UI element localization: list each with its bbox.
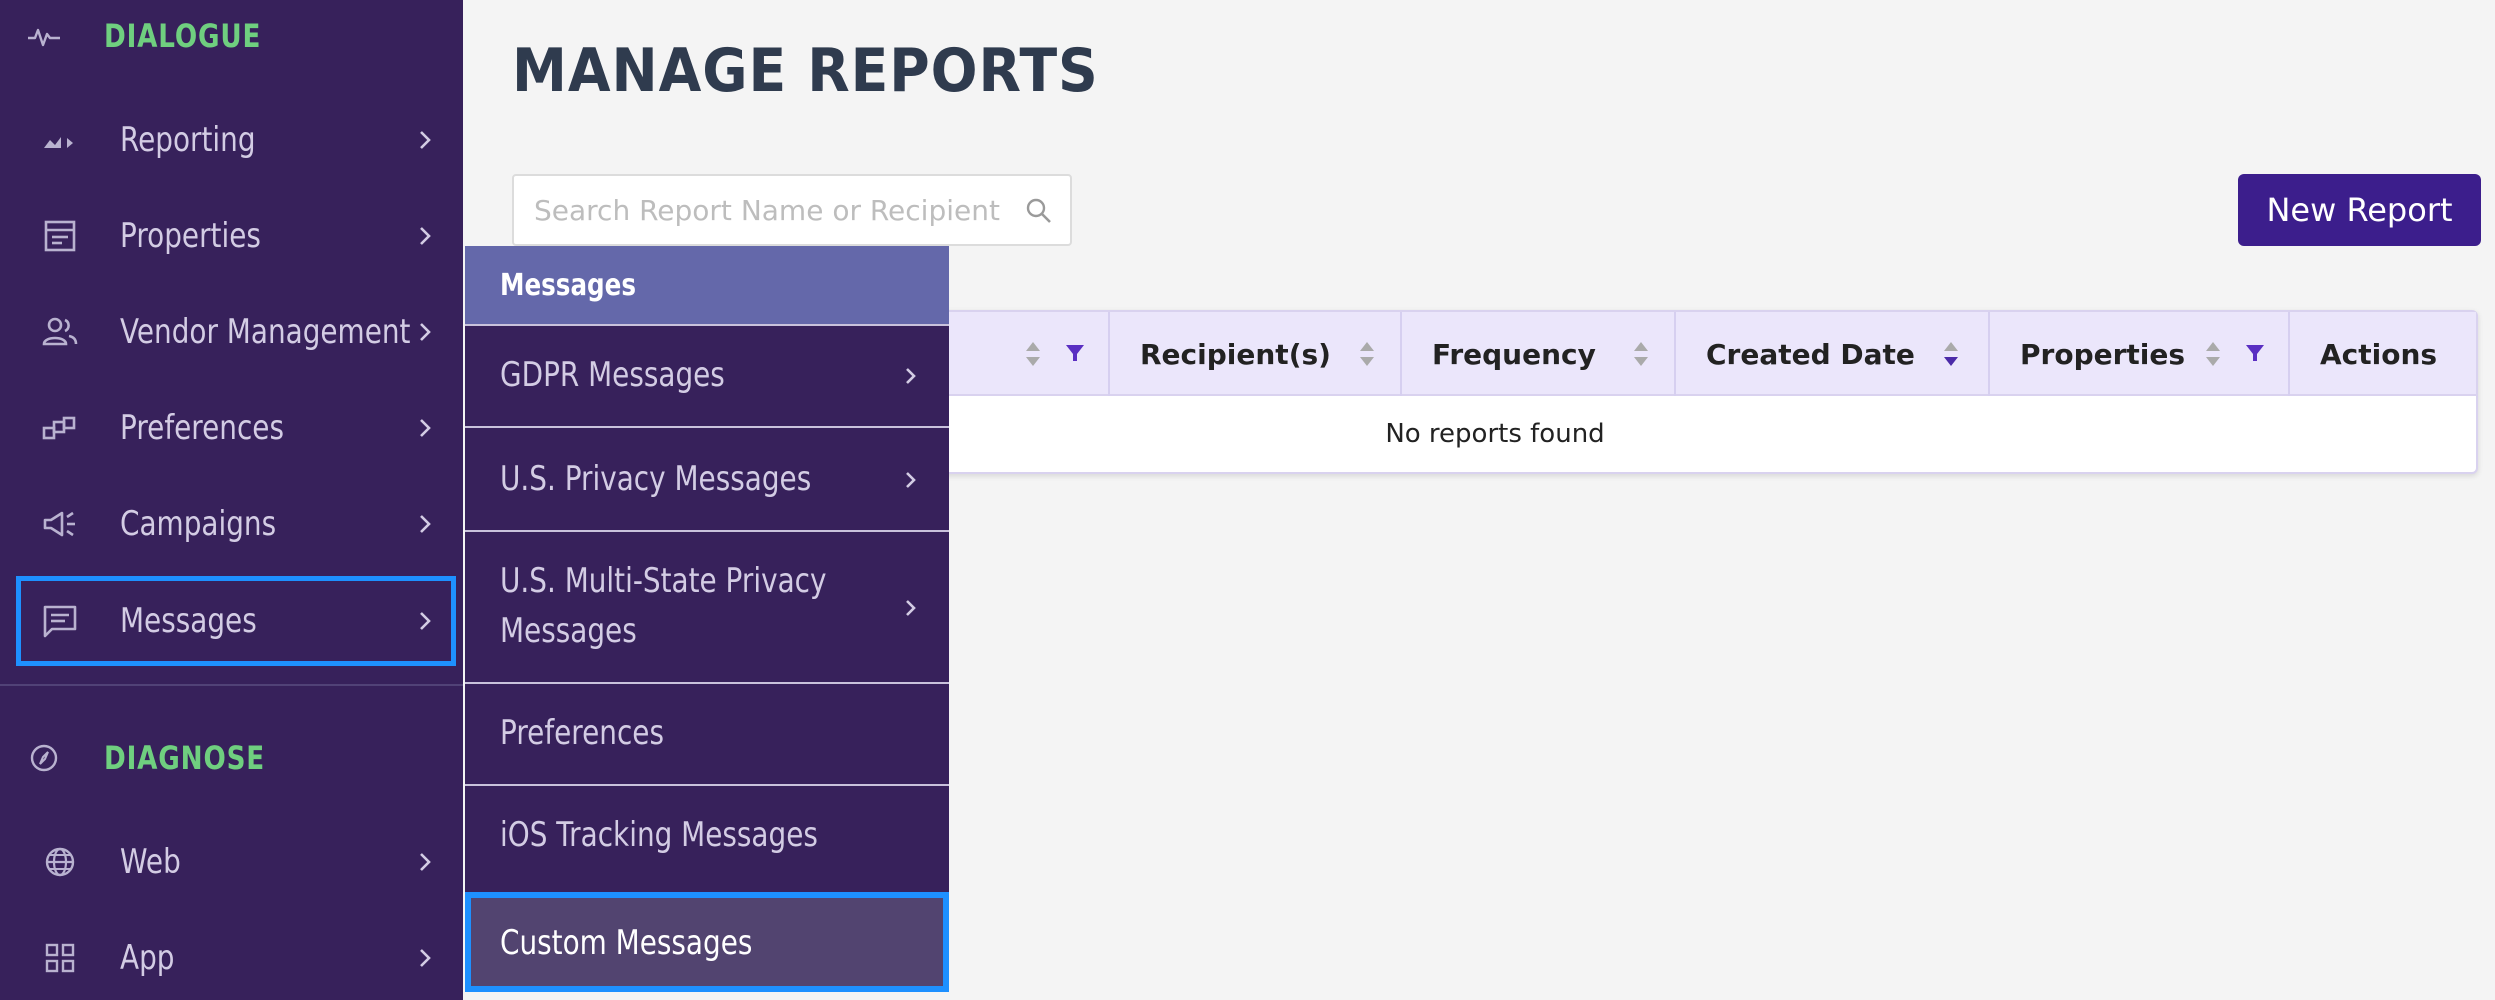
column-header-created-date[interactable]: Created Date (1676, 312, 1990, 396)
megaphone-icon (43, 511, 75, 537)
chart-icon (44, 137, 73, 148)
section-diagnose-label: DIAGNOSE (104, 739, 266, 777)
flyout-item-label-line-1: U.S. Multi-State Privacy (500, 561, 827, 601)
chevron-right-icon (420, 131, 431, 149)
compass-icon (30, 744, 58, 772)
flyout-item-ios-tracking-messages[interactable]: iOS Tracking Messages (465, 784, 949, 888)
flyout-header: Messages (465, 246, 949, 324)
preferences-icon (42, 416, 76, 440)
chevron-right-icon (420, 515, 431, 533)
flyout-item-label: Preferences (500, 713, 664, 753)
column-header-properties[interactable]: Properties (1990, 312, 2290, 396)
flyout-item-label: GDPR Messages (500, 355, 725, 395)
chevron-right-icon (420, 853, 431, 871)
sidebar-item-label: Messages (120, 601, 257, 641)
flyout-item-preferences[interactable]: Preferences (465, 682, 949, 784)
sidebar-item-properties[interactable]: Properties (0, 192, 463, 280)
search-icon[interactable] (1024, 196, 1054, 226)
column-header-label: Frequency (1432, 337, 1596, 371)
column-header-label: Created Date (1706, 337, 1915, 371)
sort-icon[interactable] (1632, 340, 1650, 368)
sidebar-item-label: Web (120, 842, 181, 882)
sort-icon[interactable] (2204, 340, 2222, 368)
sidebar-item-web[interactable]: Web (0, 818, 463, 906)
flyout-item-gdpr-messages[interactable]: GDPR Messages (465, 324, 949, 426)
flyout-item-label: U.S. Privacy Messages (500, 459, 812, 499)
chevron-right-icon (906, 472, 916, 488)
sidebar-item-vendor-management[interactable]: Vendor Management (0, 288, 463, 376)
flyout-title: Messages (500, 267, 636, 303)
message-icon (43, 605, 77, 638)
flyout-item-us-privacy-messages[interactable]: U.S. Privacy Messages (465, 426, 949, 530)
pulse-icon (28, 28, 60, 47)
flyout-item-label-line-2: Messages (500, 611, 637, 651)
filter-icon[interactable] (2244, 342, 2266, 364)
chevron-right-icon (420, 419, 431, 437)
sidebar-item-campaigns[interactable]: Campaigns (0, 480, 463, 568)
sidebar-item-label: Campaigns (120, 504, 277, 544)
sort-icon[interactable] (1358, 340, 1376, 368)
messages-flyout-menu: Messages GDPR Messages U.S. Privacy Mess… (465, 246, 949, 992)
search-box[interactable] (512, 174, 1072, 246)
column-header-label: Actions (2320, 337, 2438, 371)
grid-icon (45, 943, 75, 973)
sidebar-item-label: Preferences (120, 408, 284, 448)
sidebar-item-messages[interactable]: Messages (16, 576, 456, 666)
column-header-actions: Actions (2290, 312, 2476, 396)
sidebar: DIALOGUE Reporting Properties Vendor Man… (0, 0, 463, 1000)
sidebar-item-label: App (120, 938, 175, 978)
chevron-right-icon (906, 600, 916, 616)
sidebar-item-label: Vendor Management (120, 312, 411, 352)
sort-icon[interactable] (1024, 340, 1042, 368)
properties-icon (44, 220, 76, 252)
column-header-label: Recipient(s) (1140, 337, 1331, 371)
chevron-right-icon (420, 949, 431, 967)
globe-icon (45, 847, 75, 877)
section-diagnose: DIAGNOSE (0, 722, 463, 794)
new-report-button[interactable]: New Report (2238, 174, 2481, 246)
flyout-item-custom-messages[interactable]: Custom Messages (465, 892, 949, 992)
chevron-right-icon (906, 368, 916, 384)
sidebar-divider (0, 684, 463, 686)
column-header-frequency[interactable]: Frequency (1402, 312, 1676, 396)
sidebar-item-label: Properties (120, 216, 261, 256)
filter-icon[interactable] (1064, 342, 1086, 364)
people-icon (42, 317, 78, 346)
column-header-recipients[interactable]: Recipient(s) (1110, 312, 1402, 396)
sidebar-item-label: Reporting (120, 120, 256, 160)
flyout-item-label: Custom Messages (500, 923, 753, 963)
flyout-item-label: iOS Tracking Messages (500, 815, 818, 855)
flyout-item-us-multi-state-privacy-messages[interactable]: U.S. Multi-State Privacy Messages (465, 530, 949, 682)
sort-desc-icon[interactable] (1942, 340, 1960, 368)
page-title: MANAGE REPORTS (512, 36, 1099, 106)
sidebar-item-preferences[interactable]: Preferences (0, 384, 463, 472)
section-dialogue: DIALOGUE (0, 0, 463, 72)
section-dialogue-label: DIALOGUE (104, 17, 262, 55)
chevron-right-icon (420, 227, 431, 245)
column-header-label: Properties (2020, 337, 2186, 371)
chevron-right-icon (420, 323, 431, 341)
search-input[interactable] (534, 176, 1004, 244)
sidebar-item-app[interactable]: App (0, 914, 463, 1000)
chevron-right-icon (420, 612, 431, 630)
sidebar-item-reporting[interactable]: Reporting (0, 96, 463, 184)
